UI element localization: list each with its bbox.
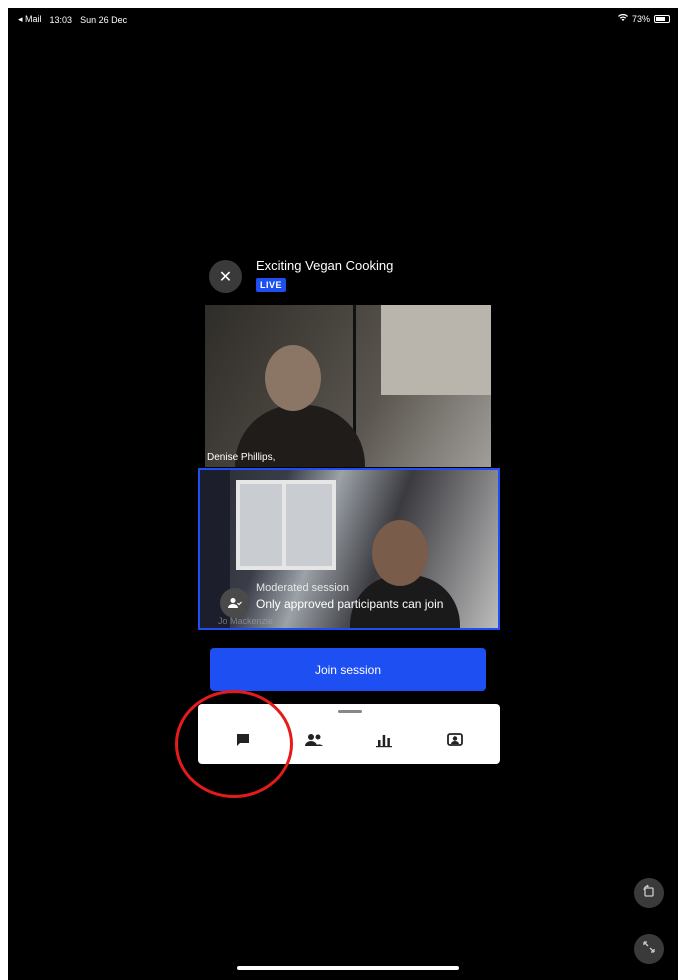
join-session-button[interactable]: Join session: [210, 648, 486, 691]
battery-fill: [656, 17, 665, 21]
participant-head: [265, 345, 321, 411]
video-tile-2[interactable]: Jo Mackenzie Moderated session Only appr…: [198, 468, 500, 630]
status-right: 73%: [617, 13, 670, 24]
moderated-title: Moderated session: [256, 582, 349, 594]
drag-handle[interactable]: [338, 710, 362, 713]
wifi-icon: [617, 13, 628, 24]
expand-button[interactable]: [634, 934, 664, 964]
people-icon[interactable]: [299, 725, 329, 755]
status-date: Sun 26 Dec: [80, 14, 128, 25]
status-left: ◂ Mail 13:03 Sun 26 Dec: [18, 14, 127, 25]
participant-name: Denise Phillips,: [207, 452, 276, 463]
rotate-icon: [642, 884, 656, 903]
qna-icon[interactable]: [440, 725, 470, 755]
close-icon: ✕: [218, 268, 233, 286]
back-to-mail-link[interactable]: ◂ Mail: [18, 14, 42, 25]
moderated-text: Moderated session Only approved particip…: [256, 580, 443, 612]
moderated-description: Only approved participants can join: [256, 597, 444, 611]
background-window-bar: [282, 480, 286, 570]
expand-icon: [642, 940, 656, 959]
close-button[interactable]: ✕: [209, 260, 242, 293]
status-time: 13:03: [49, 14, 73, 25]
video-tile-1[interactable]: Denise Phillips,: [205, 305, 491, 467]
background-window: [236, 480, 336, 570]
session-header: ✕ Exciting Vegan Cooking LIVE: [209, 254, 509, 298]
battery-percent: 73%: [631, 14, 650, 24]
live-badge: LIVE: [256, 278, 287, 292]
session-title: Exciting Vegan Cooking: [256, 258, 394, 273]
moderated-user-icon: [220, 588, 250, 618]
rotate-button[interactable]: [634, 878, 664, 908]
moderated-notice: Moderated session Only approved particip…: [220, 580, 490, 628]
poll-icon[interactable]: [369, 725, 399, 755]
battery-icon: [654, 15, 670, 23]
background-cabinet: [381, 305, 491, 395]
home-indicator[interactable]: [237, 966, 459, 970]
app-screen: ◂ Mail 13:03 Sun 26 Dec 73% ✕ Exciting V…: [8, 8, 678, 980]
participant-head: [372, 520, 428, 586]
status-bar: ◂ Mail 13:03 Sun 26 Dec 73%: [8, 8, 678, 30]
annotation-highlight-circle: [175, 690, 293, 798]
